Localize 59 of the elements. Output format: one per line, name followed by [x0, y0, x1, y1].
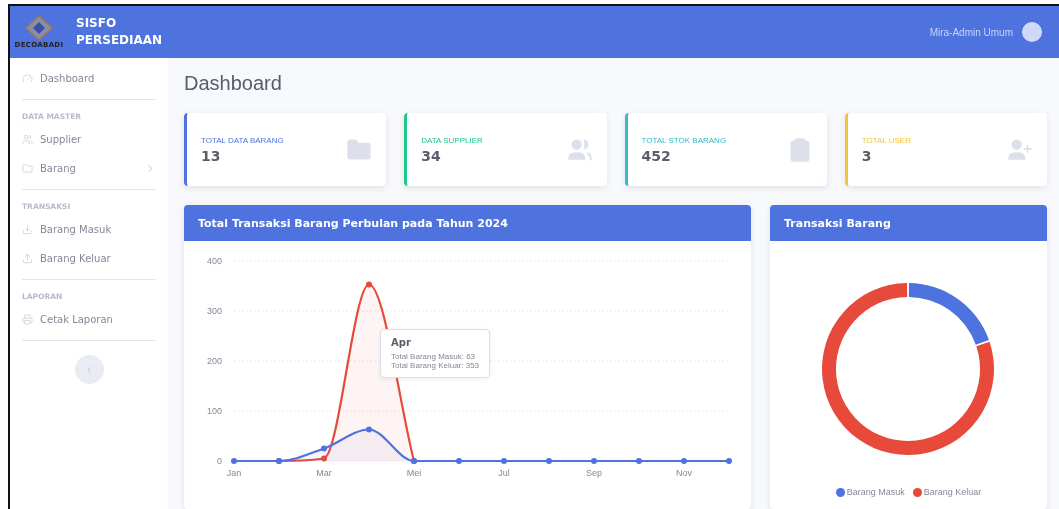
card-value: 3: [861, 147, 873, 164]
card-title: TOTAL DATA BARANG: [201, 135, 284, 145]
card-title: TOTAL STOK BARANG: [641, 135, 727, 145]
axis-label: Jan: [226, 468, 242, 478]
logo-icon: [24, 15, 54, 41]
axis-label: Mar: [316, 468, 332, 478]
point: [591, 458, 597, 464]
point: [366, 281, 372, 288]
point: [501, 458, 507, 464]
sidebar-toggle-button[interactable]: [74, 355, 104, 384]
card-title: TOTAL USER: [861, 135, 911, 145]
menu-icon: [22, 163, 33, 174]
chevron-icon: [84, 364, 94, 375]
point: [456, 458, 462, 464]
panel-title: Transaksi Barang: [770, 205, 1047, 241]
card-value: 13: [201, 147, 222, 164]
point: [636, 458, 642, 464]
axis-label: 300: [206, 306, 222, 316]
tooltip-line: Total Barang Keluar: 353: [391, 361, 480, 370]
axis-label: Nov: [676, 468, 692, 478]
point: [546, 458, 552, 464]
sidebar-item[interactable]: Supplier: [22, 125, 156, 154]
point: [231, 458, 237, 464]
card-value: 452: [641, 147, 672, 164]
sidebar-item[interactable]: Cetak Laporan: [22, 305, 156, 334]
card-icon: [566, 136, 593, 163]
card-title: DATA SUPPLIER: [421, 135, 483, 145]
sidebar-item[interactable]: Barang: [22, 154, 156, 183]
legend-label: Barang Masuk: [846, 487, 905, 497]
menu-icon: [22, 314, 33, 325]
panel-title: Total Transaksi Barang Perbulan pada Tahun 2024: [184, 205, 751, 241]
axis-label: 200: [206, 356, 222, 366]
avatar-icon[interactable]: [1019, 19, 1045, 45]
card-icon: [1007, 136, 1033, 163]
tooltip-title: Apr: [391, 337, 412, 348]
axis-label: 400: [206, 256, 222, 266]
axis-label: 0: [217, 456, 222, 466]
menu-icon: [22, 253, 33, 264]
point: [681, 458, 687, 464]
page-title: Dashboard: [184, 72, 283, 95]
user-name[interactable]: Mira-Admin Umum: [929, 26, 1013, 38]
sidebar-item[interactable]: Barang Masuk: [22, 215, 156, 244]
point: [366, 426, 372, 433]
sidebar-item[interactable]: Dashboard: [22, 64, 156, 93]
point: [321, 455, 327, 462]
axis-label: Mei: [406, 468, 422, 478]
menu-icon: [22, 73, 33, 84]
axis-label: 100: [206, 406, 222, 416]
card-value: 34: [421, 147, 442, 164]
point: [726, 458, 732, 464]
tooltip-line: Total Barang Masuk: 63: [391, 352, 477, 361]
menu-icon: [22, 224, 33, 235]
menu-icon: [22, 134, 33, 145]
axis-label: Jul: [498, 468, 510, 478]
axis-label: Sep: [586, 468, 602, 478]
legend-label: Barang Keluar: [923, 487, 982, 497]
sidebar-item[interactable]: Barang Keluar: [22, 244, 156, 273]
point: [321, 445, 327, 452]
brand-title: SISFO PERSEDIAAN: [76, 15, 163, 49]
